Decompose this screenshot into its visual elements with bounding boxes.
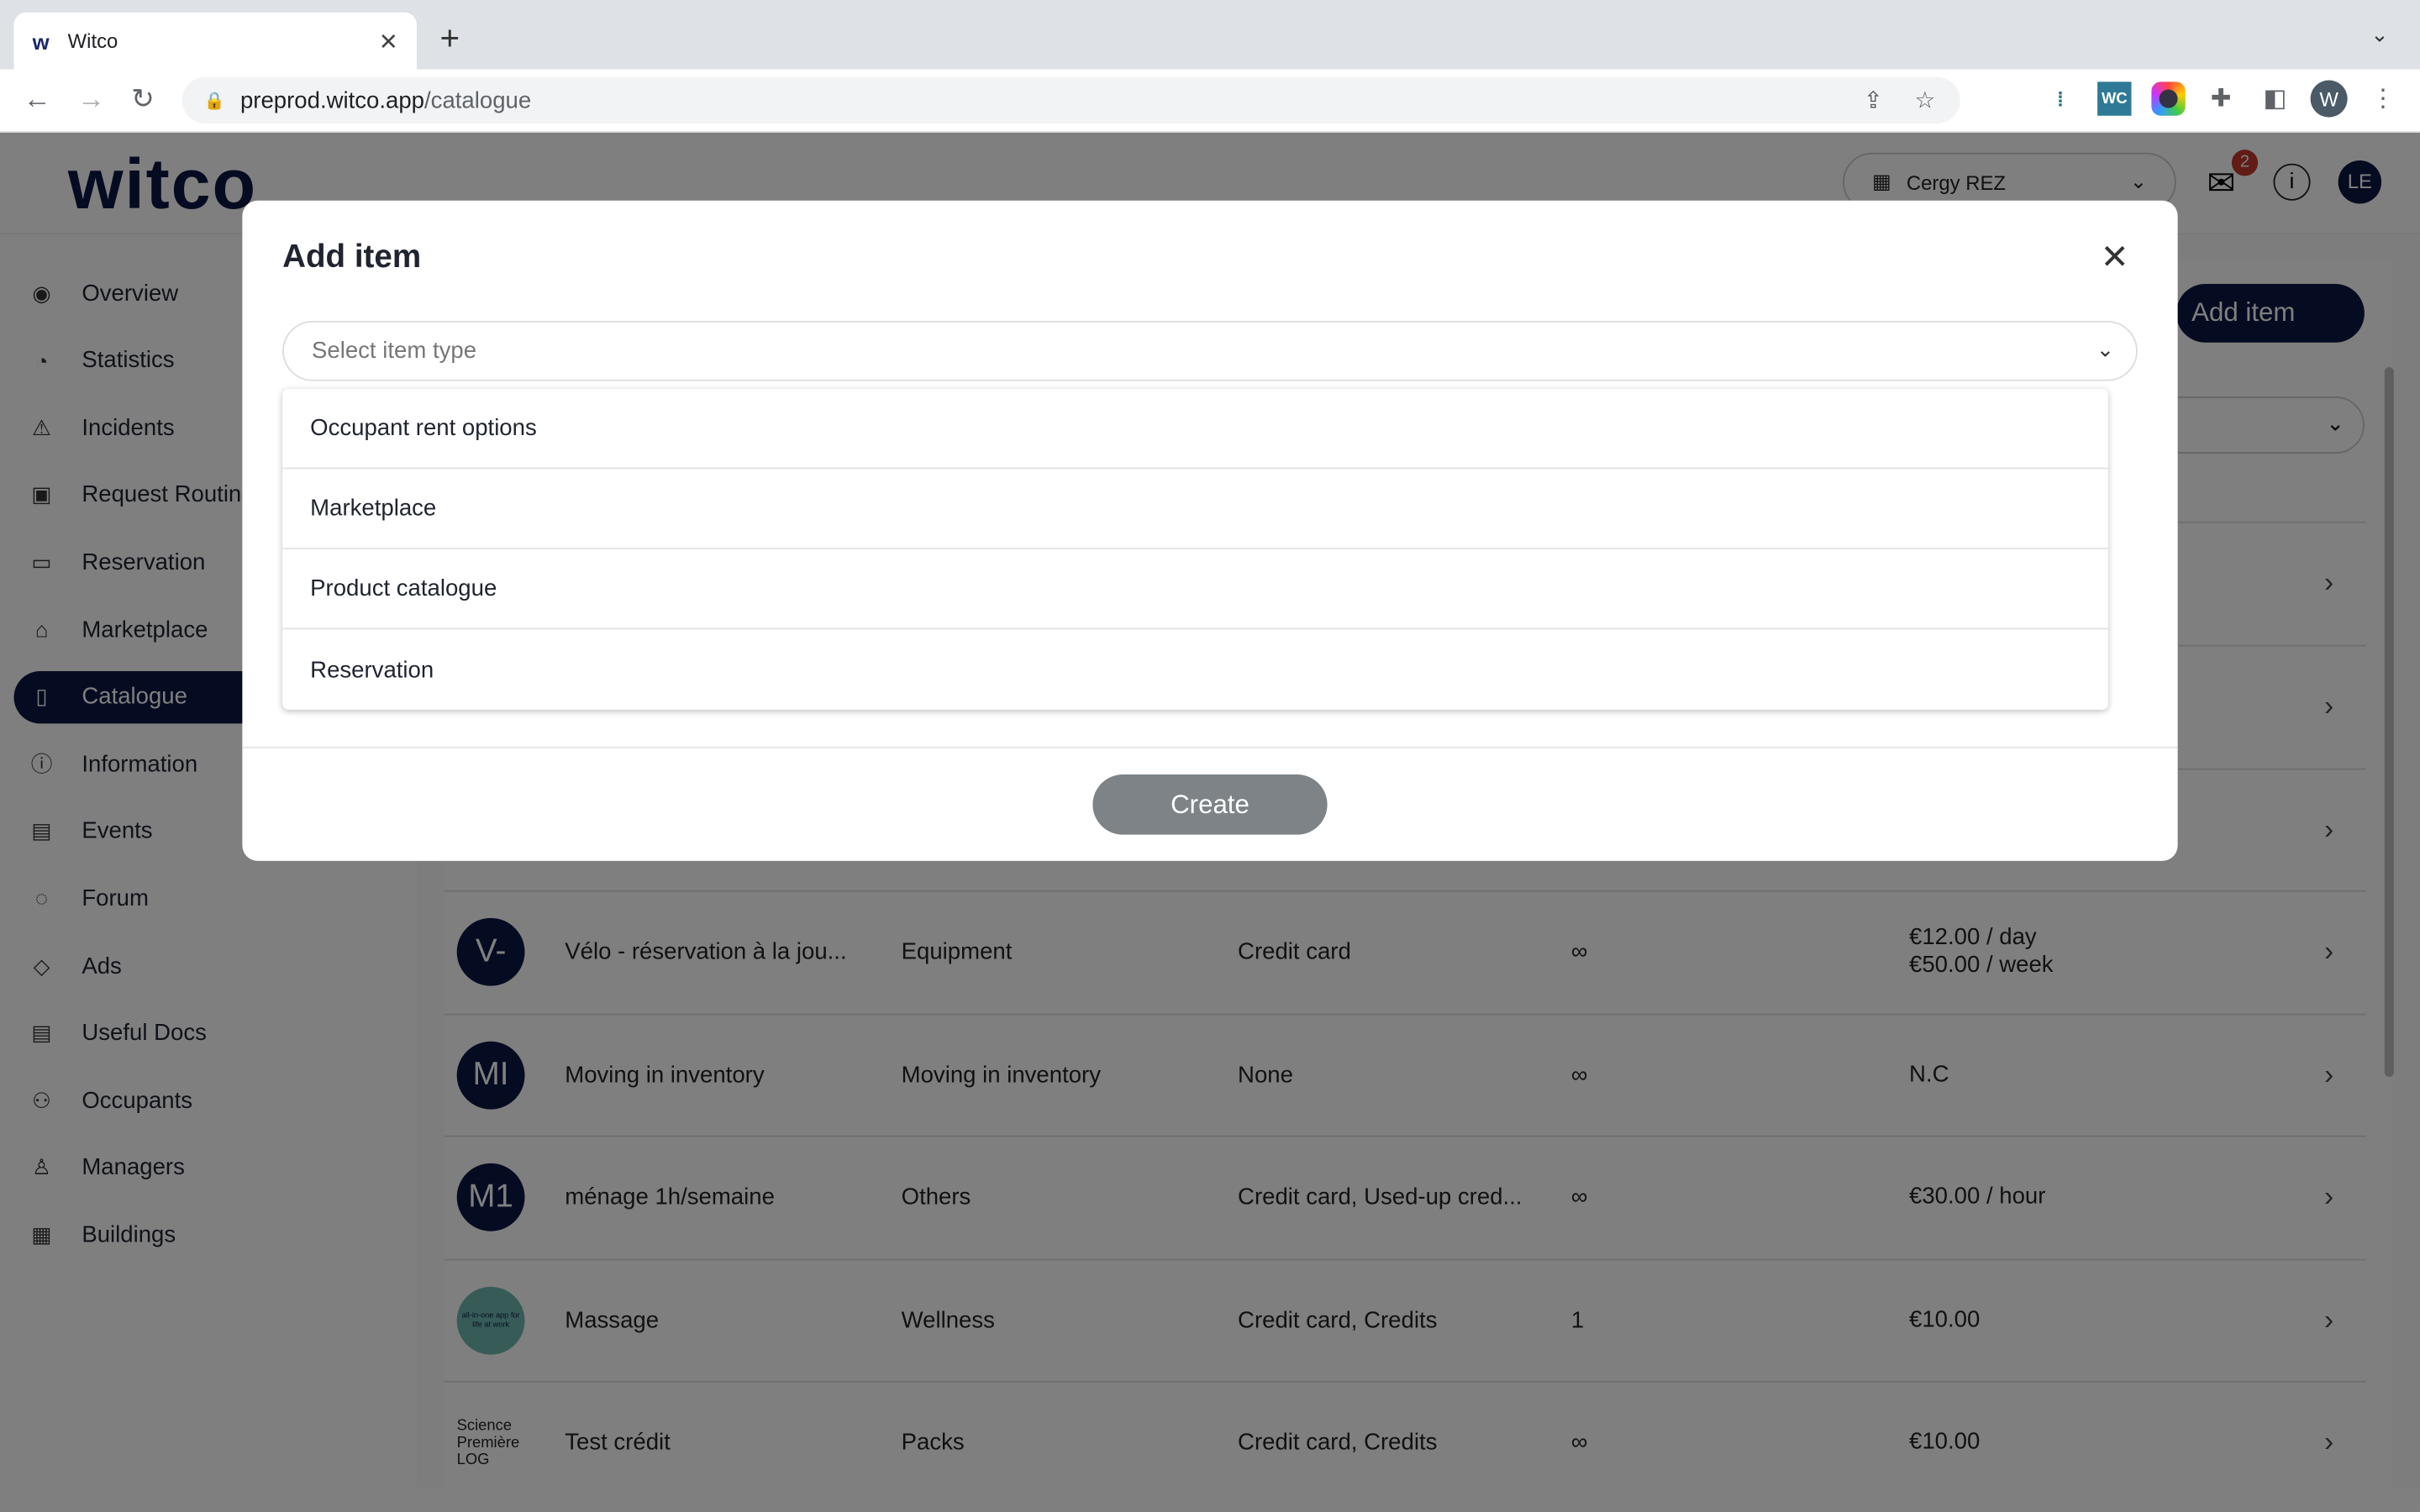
tab-search-chevron-icon[interactable]: ⌄ [2370,22,2389,48]
chevron-down-icon: ⌄ [2096,336,2115,361]
close-tab-icon[interactable]: ✕ [379,27,398,55]
scrollbar[interactable] [2384,367,2394,1078]
tab-title: Witco [67,29,118,53]
url-host: preprod.witco.app [239,87,425,113]
extension-wc-icon[interactable]: WC [2097,81,2132,116]
select-placeholder: Select item type [312,338,477,365]
browser-tab[interactable]: w Witco ✕ [13,12,417,70]
forward-button[interactable]: → [77,83,105,116]
witco-favicon-icon: w [32,28,50,54]
item-type-select[interactable]: Select item type ⌄ [282,321,2138,381]
modal-title: Add item [282,239,422,275]
option-reservation[interactable]: Reservation [282,629,2108,710]
extension-h-icon[interactable]: ⁞ [2044,81,2077,115]
option-occupant-rent-options[interactable]: Occupant rent options [282,389,2108,470]
bookmark-star-icon[interactable]: ☆ [1915,87,1936,114]
create-button[interactable]: Create [1092,774,1328,835]
extensions-puzzle-icon[interactable]: ✚ [2204,81,2238,115]
share-icon[interactable]: ⇪ [1864,87,1883,114]
browser-tab-bar: w Witco ✕ + ⌄ [0,0,2420,70]
option-product-catalogue[interactable]: Product catalogue [282,549,2108,630]
url-input[interactable]: 🔒 preprod.witco.app/catalogue ⇪ ☆ [182,76,1960,123]
browser-menu-icon[interactable]: ⋮ [2366,81,2400,115]
item-type-dropdown: Occupant rent options Marketplace Produc… [282,388,2108,710]
reload-button[interactable]: ↻ [131,83,155,116]
divider [242,746,2178,748]
back-button[interactable]: ← [24,83,51,116]
address-bar: ← → ↻ 🔒 preprod.witco.app/catalogue ⇪ ☆ … [0,69,2420,133]
screen: w Witco ✕ + ⌄ ← → ↻ 🔒 preprod.witco.app /… [0,0,2420,1512]
url-path: /catalogue [424,87,532,113]
profile-avatar[interactable]: W [2310,80,2348,118]
new-tab-button[interactable]: + [439,18,460,59]
lock-icon: 🔒 [203,92,225,111]
extension-camera-icon[interactable] [2151,81,2186,116]
option-marketplace[interactable]: Marketplace [282,469,2108,549]
close-icon[interactable]: ✕ [2101,238,2129,278]
side-panel-icon[interactable]: ◧ [2258,81,2291,115]
add-item-modal: Add item ✕ Select item type ⌄ Occupant r… [242,200,2178,861]
